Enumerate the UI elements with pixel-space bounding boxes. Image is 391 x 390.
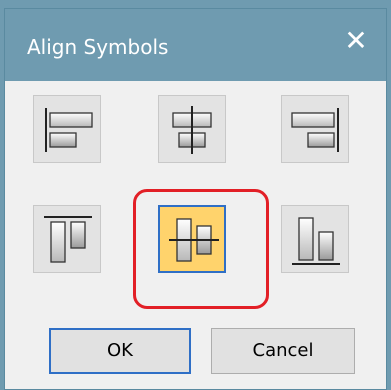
ok-button[interactable]: OK [49,328,191,374]
align-left-button[interactable] [33,95,101,163]
align-right-button[interactable] [281,95,349,163]
dialog-title: Align Symbols [27,35,169,59]
close-icon[interactable]: ✕ [344,27,368,55]
align-left-icon [45,108,93,152]
cancel-button[interactable]: Cancel [211,328,355,374]
selection-highlight-ring [133,189,269,309]
align-bottom-icon [292,217,340,265]
align-center-horizontal-button[interactable] [158,95,226,163]
title-bar: Align Symbols ✕ [5,9,386,81]
align-right-icon [291,108,339,152]
align-top-button[interactable] [33,205,101,273]
align-center-horizontal-icon [172,106,212,154]
align-symbols-dialog: Align Symbols ✕ OK Cancel [4,8,387,390]
align-top-icon [44,216,92,263]
align-bottom-button[interactable] [281,205,349,273]
